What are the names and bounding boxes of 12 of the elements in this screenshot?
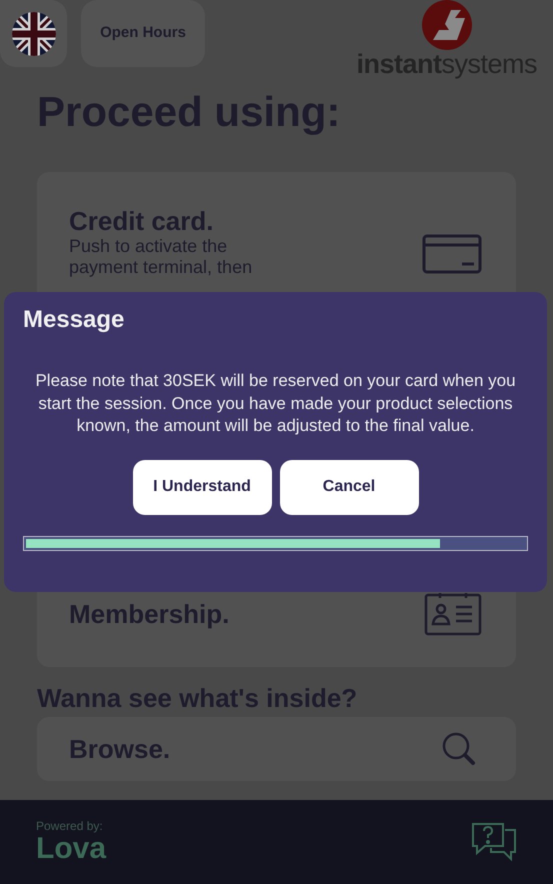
powered-by-label: Powered by: <box>36 819 104 833</box>
dialog-message: Please note that 30SEK will be reserved on your card when you start the session. Once you have made your product selections known, the amount will be adjusted to the final value. <box>34 370 517 437</box>
id-badge-icon <box>424 592 482 636</box>
search-icon <box>442 732 476 766</box>
help-chat-icon[interactable] <box>471 822 517 862</box>
language-button[interactable] <box>0 0 67 67</box>
dialog-button[interactable]: I Understand <box>132 460 272 514</box>
logo-icon <box>420 0 473 50</box>
credit-card-icon <box>422 234 482 274</box>
brand-name: Lova <box>36 833 106 865</box>
dialog-button[interactable]: Cancel <box>280 460 418 514</box>
open-hours-button[interactable]: Open Hours <box>81 0 205 67</box>
